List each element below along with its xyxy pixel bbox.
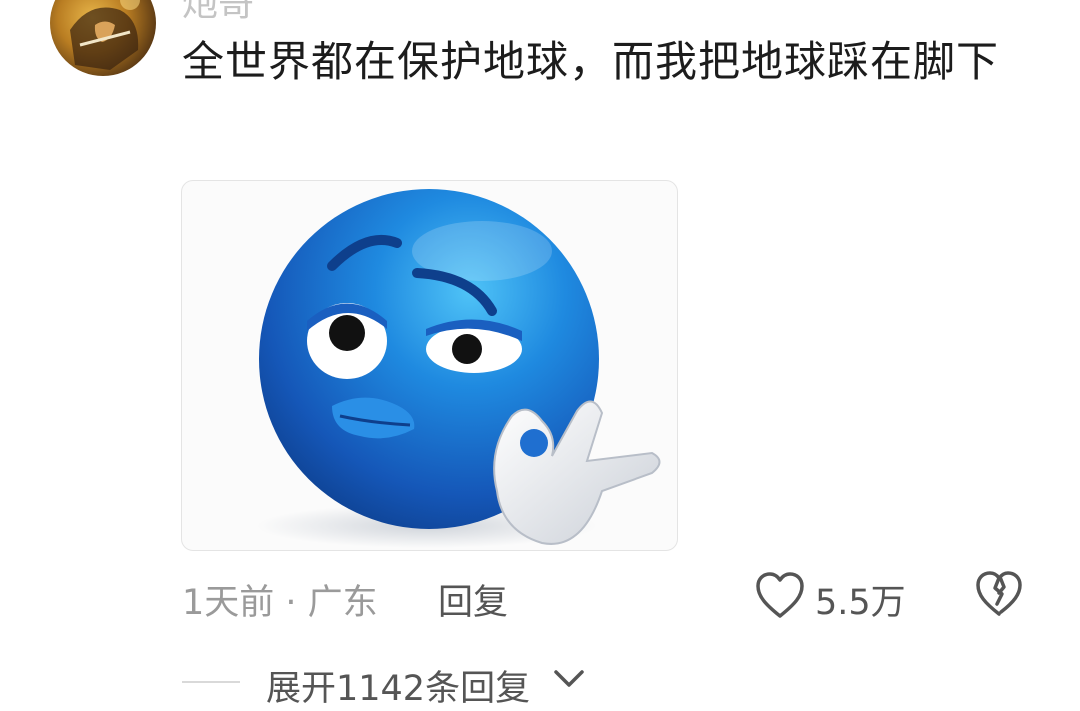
chevron-down-icon[interactable]	[552, 668, 586, 690]
expand-replies-button[interactable]: 展开1142条回复	[266, 660, 530, 711]
like-count: 5.5万	[815, 583, 906, 623]
avatar-illustration	[70, 0, 140, 70]
heart-outline-icon	[756, 572, 804, 618]
expand-divider-line	[182, 681, 240, 683]
comment-text: 全世界都在保护地球，而我把地球踩在脚下	[182, 37, 1000, 86]
comment-meta-row: 1天前 · 广东 回复 5.5万	[0, 570, 1080, 624]
reply-button[interactable]: 回复	[438, 574, 508, 625]
dislike-button[interactable]	[975, 570, 1023, 622]
avatar[interactable]	[50, 0, 156, 76]
broken-heart-icon	[976, 571, 1022, 616]
comment-time-location: 1天前 · 广东	[182, 583, 378, 623]
blue-smiley-ok-hand-image	[257, 189, 661, 548]
comment-image[interactable]	[181, 180, 678, 551]
username[interactable]: 炮哥	[182, 0, 254, 26]
expand-replies-row[interactable]: 展开1142条回复	[0, 650, 1080, 710]
